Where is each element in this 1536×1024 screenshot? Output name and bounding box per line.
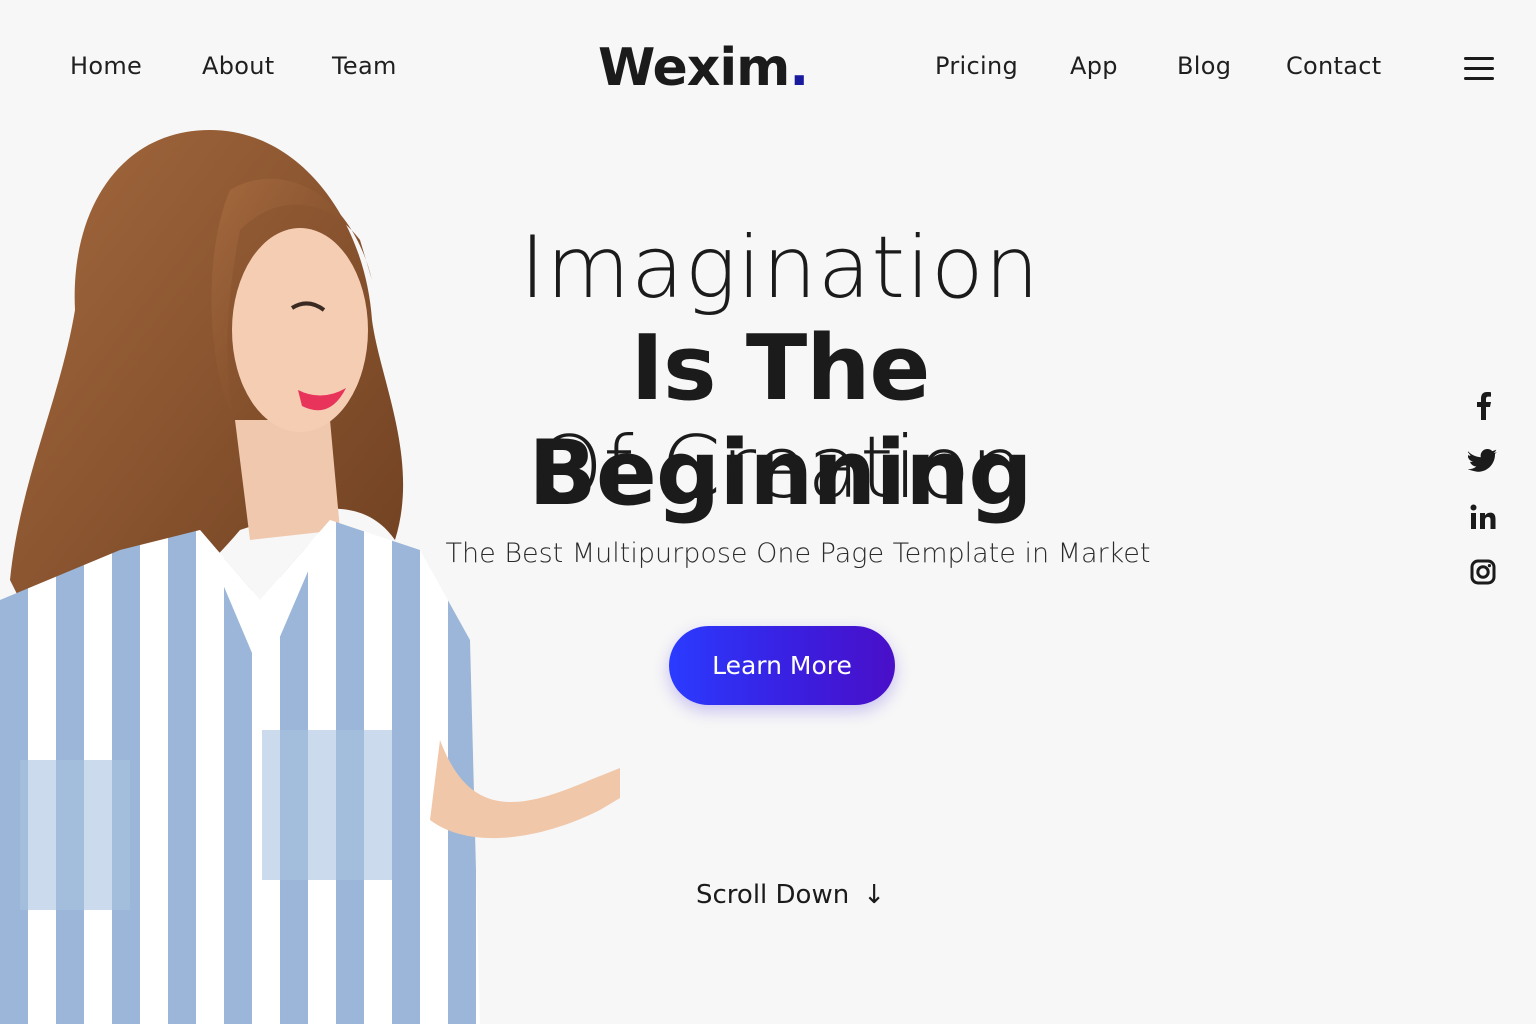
scroll-down-label: Scroll Down bbox=[696, 880, 850, 910]
facebook-icon[interactable] bbox=[1466, 388, 1500, 422]
nav-home[interactable]: Home bbox=[70, 52, 142, 80]
logo[interactable]: Wexim. bbox=[598, 38, 809, 98]
arrow-down-icon: ↓ bbox=[863, 880, 886, 910]
linkedin-icon[interactable] bbox=[1466, 500, 1500, 534]
nav-app[interactable]: App bbox=[1070, 52, 1118, 80]
headline-line-3: Of Creation bbox=[535, 418, 1025, 518]
nav-blog[interactable]: Blog bbox=[1177, 52, 1231, 80]
nav-team[interactable]: Team bbox=[332, 52, 397, 80]
headline-line-1: Imagination bbox=[519, 218, 1041, 318]
logo-dot: . bbox=[789, 38, 809, 98]
instagram-icon[interactable] bbox=[1466, 555, 1500, 589]
scroll-down-link[interactable]: Scroll Down ↓ bbox=[696, 880, 885, 910]
nav-contact[interactable]: Contact bbox=[1286, 52, 1381, 80]
hamburger-menu-icon[interactable] bbox=[1464, 57, 1496, 83]
hero-tagline: The Best Multipurpose One Page Template … bbox=[445, 538, 1151, 569]
nav-about[interactable]: About bbox=[202, 52, 274, 80]
twitter-icon[interactable] bbox=[1466, 445, 1500, 479]
learn-more-button[interactable]: Learn More bbox=[669, 626, 895, 705]
nav-pricing[interactable]: Pricing bbox=[935, 52, 1018, 80]
logo-text: Wexim bbox=[598, 38, 790, 98]
